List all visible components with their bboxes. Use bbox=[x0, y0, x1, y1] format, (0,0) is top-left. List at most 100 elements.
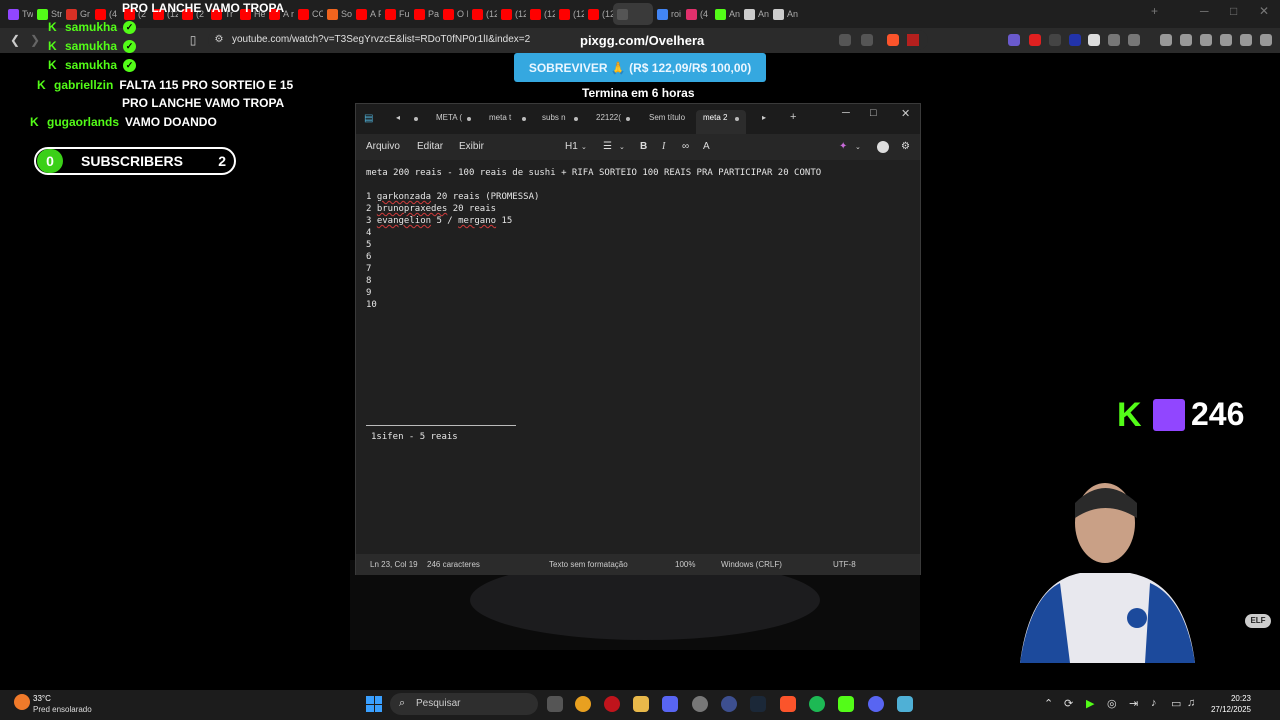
weather-description[interactable]: Pred ensolarado bbox=[33, 705, 92, 714]
app-icon[interactable] bbox=[721, 696, 737, 712]
microphone-icon[interactable]: ♪ bbox=[1151, 697, 1157, 709]
browser-tab[interactable]: (12 bbox=[497, 3, 526, 25]
taskbar-clock[interactable]: 20:23 bbox=[1207, 694, 1251, 703]
menu-arquivo[interactable]: Arquivo bbox=[366, 141, 400, 152]
leo-icon[interactable] bbox=[1220, 34, 1232, 46]
puzzle-icon[interactable] bbox=[1108, 34, 1120, 46]
brave-shield-icon[interactable] bbox=[887, 34, 899, 46]
start-button[interactable] bbox=[366, 696, 382, 712]
cast-icon[interactable] bbox=[839, 34, 851, 46]
browser-tab[interactable]: CC bbox=[294, 3, 323, 25]
new-tab-icon[interactable]: + bbox=[790, 111, 796, 123]
file-explorer-icon[interactable] bbox=[633, 696, 649, 712]
browser-tab[interactable]: (12 bbox=[584, 3, 613, 25]
media-icon[interactable] bbox=[1160, 34, 1172, 46]
browser-tab[interactable]: (12 bbox=[526, 3, 555, 25]
notepad-tab-active-label[interactable]: meta 2 bbox=[703, 113, 727, 122]
steam-icon[interactable] bbox=[750, 696, 766, 712]
network-icon[interactable]: ▭ bbox=[1171, 697, 1181, 710]
bold-icon[interactable]: B bbox=[640, 141, 647, 152]
weather-sun-icon[interactable] bbox=[14, 694, 30, 710]
scroll-tabs-right-icon[interactable]: ▸ bbox=[762, 113, 766, 122]
menu-icon[interactable] bbox=[1260, 34, 1272, 46]
extension-icon[interactable] bbox=[1128, 34, 1140, 46]
notepad-maximize-icon[interactable]: □ bbox=[870, 107, 877, 119]
tray-icon[interactable]: ⇥ bbox=[1129, 697, 1138, 710]
format-status[interactable]: Texto sem formatação bbox=[549, 560, 628, 569]
notepad-tab[interactable]: subs n bbox=[542, 113, 566, 122]
browser-tab[interactable]: O I bbox=[439, 3, 468, 25]
browser-tab[interactable]: An bbox=[769, 3, 798, 25]
spotify-icon[interactable] bbox=[809, 696, 825, 712]
volume-icon[interactable]: ♫ bbox=[1187, 697, 1195, 709]
settings-icon[interactable]: ⚙ bbox=[901, 141, 910, 152]
browser-tab[interactable]: An bbox=[711, 3, 740, 25]
heading-select[interactable]: H1 bbox=[565, 141, 578, 152]
list-icon[interactable]: ☰ bbox=[603, 141, 612, 152]
notepad-close-icon[interactable]: ✕ bbox=[901, 107, 910, 120]
url-text[interactable]: youtube.com/watch?v=T3SegYrvzcE&list=RDo… bbox=[232, 34, 530, 45]
chevron-down-icon[interactable]: ⌄ bbox=[855, 143, 861, 151]
maximize-icon[interactable]: □ bbox=[1230, 4, 1237, 18]
new-tab-button[interactable]: + bbox=[1151, 4, 1158, 18]
taskbar-search[interactable] bbox=[390, 693, 538, 715]
chevron-down-icon[interactable]: ⌄ bbox=[619, 143, 625, 151]
tray-icon[interactable]: ◎ bbox=[1107, 697, 1117, 710]
browser-tab[interactable]: Fu bbox=[381, 3, 410, 25]
browser-tab[interactable]: roi bbox=[653, 3, 682, 25]
task-view-icon[interactable] bbox=[547, 696, 563, 712]
notepad-app-icon[interactable] bbox=[897, 696, 913, 712]
discord-icon[interactable] bbox=[868, 696, 884, 712]
sidebar-icon[interactable] bbox=[1180, 34, 1192, 46]
kick-app-icon[interactable] bbox=[838, 696, 854, 712]
chrome-icon[interactable] bbox=[575, 696, 591, 712]
browser-tab[interactable] bbox=[613, 3, 653, 25]
chevron-down-icon[interactable]: ⌄ bbox=[581, 143, 587, 151]
menu-editar[interactable]: Editar bbox=[417, 141, 443, 152]
extension-icon[interactable] bbox=[1088, 34, 1100, 46]
wallet-icon[interactable] bbox=[1200, 34, 1212, 46]
minimize-icon[interactable]: ─ bbox=[1200, 4, 1209, 18]
bookmark-icon[interactable]: ▯ bbox=[186, 33, 200, 47]
extension-icon[interactable] bbox=[1069, 34, 1081, 46]
browser-tab[interactable]: Tw bbox=[4, 3, 33, 25]
link-icon[interactable]: ∞ bbox=[682, 141, 689, 152]
browser-tab[interactable]: (4 bbox=[682, 3, 711, 25]
notepad-editor[interactable]: meta 200 reais - 100 reais de sushi + RI… bbox=[356, 160, 920, 554]
taskbar-date[interactable]: 27/12/2025 bbox=[1207, 705, 1251, 714]
notepad-tab[interactable]: META ( bbox=[436, 113, 462, 122]
italic-icon[interactable]: I bbox=[662, 141, 665, 152]
share-icon[interactable] bbox=[861, 34, 873, 46]
browser-tab[interactable]: (12 bbox=[555, 3, 584, 25]
line-ending[interactable]: Windows (CRLF) bbox=[721, 560, 782, 569]
menu-exibir[interactable]: Exibir bbox=[459, 141, 484, 152]
vpn-icon[interactable] bbox=[1240, 34, 1252, 46]
account-icon[interactable] bbox=[877, 141, 889, 153]
forward-icon[interactable]: ❯ bbox=[28, 33, 42, 47]
extension-icon[interactable] bbox=[1049, 34, 1061, 46]
encoding[interactable]: UTF-8 bbox=[833, 560, 856, 569]
tray-icon[interactable]: ⟳ bbox=[1064, 697, 1073, 710]
browser-tab[interactable]: Pa bbox=[410, 3, 439, 25]
brave-icon[interactable] bbox=[780, 696, 796, 712]
clear-format-icon[interactable]: A bbox=[703, 141, 710, 152]
close-icon[interactable]: ✕ bbox=[1259, 4, 1269, 18]
notepad-minimize-icon[interactable]: ─ bbox=[842, 107, 850, 119]
scroll-tabs-left-icon[interactable]: ◂ bbox=[396, 113, 400, 122]
opera-icon[interactable] bbox=[604, 696, 620, 712]
copilot-icon[interactable]: ✦ bbox=[839, 141, 847, 152]
extension-icon[interactable] bbox=[1029, 34, 1041, 46]
browser-tab[interactable]: So bbox=[323, 3, 352, 25]
extension-icon[interactable] bbox=[1008, 34, 1020, 46]
obs-icon[interactable] bbox=[692, 696, 708, 712]
browser-tab[interactable]: A F bbox=[352, 3, 381, 25]
back-icon[interactable]: ❮ bbox=[8, 33, 22, 47]
weather-temperature[interactable]: 33°C bbox=[33, 694, 51, 703]
brave-rewards-icon[interactable] bbox=[907, 34, 919, 46]
notepad-tab[interactable]: meta t bbox=[489, 113, 511, 122]
search-placeholder[interactable]: Pesquisar bbox=[416, 698, 460, 709]
tray-overflow-icon[interactable]: ⌃ bbox=[1044, 697, 1053, 710]
site-info-icon[interactable]: ⚙ bbox=[212, 33, 226, 47]
notepad-tab[interactable]: 22122( bbox=[596, 113, 621, 122]
browser-tab[interactable]: (12 bbox=[468, 3, 497, 25]
